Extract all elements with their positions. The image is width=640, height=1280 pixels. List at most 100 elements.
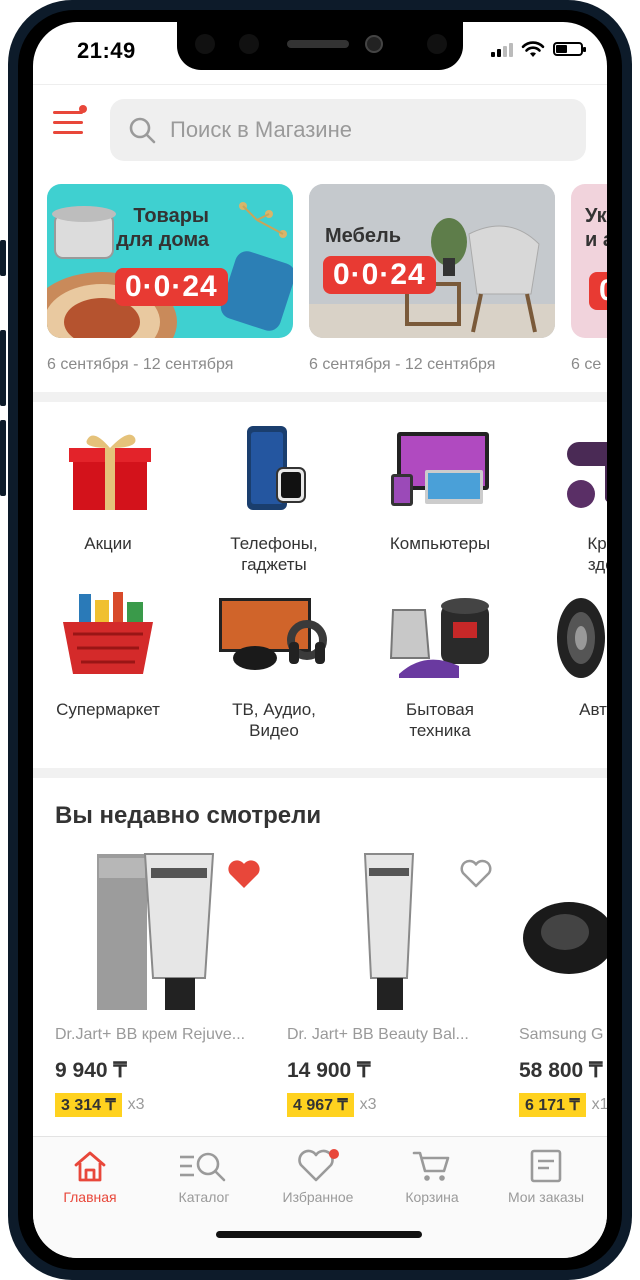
banner-partial[interactable]: Ук и а 0: [571, 184, 607, 338]
category-computers[interactable]: Компьютеры: [365, 422, 515, 554]
search-header: Поиск в Магазине: [33, 84, 607, 165]
banner-date: 6 сентября - 12 сентября: [309, 356, 496, 373]
category-label: Супермаркет: [56, 700, 160, 719]
nav-home[interactable]: Главная: [33, 1149, 147, 1205]
battery-icon: [553, 42, 586, 56]
banner-badge: 0·0·24: [323, 256, 436, 294]
separator: [33, 768, 607, 778]
nav-label: Каталог: [178, 1189, 230, 1205]
signal-icon: [491, 41, 513, 57]
nav-orders[interactable]: Мои заказы: [489, 1149, 603, 1205]
banner-title-line2: для дома: [116, 229, 209, 251]
orders-icon: [530, 1149, 562, 1183]
mute-switch: [0, 240, 6, 276]
bb-cream-image: [363, 853, 415, 1010]
product-card[interactable]: Dr.Jart+ BB крем Rejuve... 9 940 ₸ 3 314…: [55, 848, 275, 1117]
nav-label: Корзина: [405, 1189, 459, 1205]
product-card[interactable]: Dr. Jart+ BB Beauty Bal... 14 900 ₸ 4 96…: [287, 848, 507, 1117]
category-label-line2: Видео: [249, 721, 299, 740]
notch: [177, 22, 463, 70]
gift-icon: [69, 434, 151, 510]
installment-multiplier: x1: [591, 1096, 607, 1113]
nav-catalog[interactable]: Каталог: [147, 1149, 261, 1205]
category-label: Телефоны,: [230, 534, 318, 553]
category-supermarket[interactable]: Супермаркет: [33, 588, 183, 720]
product-installment: 6 171 ₸ x1: [519, 1093, 607, 1117]
category-label: Крас: [587, 534, 607, 553]
app-screen: 21:49 Поиск в Магазине Товары для дома 0…: [33, 22, 607, 1258]
hairdryer-icon: [567, 442, 607, 508]
status-time: 21:49: [77, 38, 136, 63]
nav-cart[interactable]: Корзина: [375, 1149, 489, 1205]
tv-icon: [219, 598, 327, 670]
category-label-line2: здор: [587, 555, 607, 574]
bb-cream-image: [97, 853, 215, 1010]
category-beauty[interactable]: Крас здор: [531, 422, 607, 575]
installment-price: 3 314 ₸: [55, 1093, 122, 1117]
smartphone-icon: [247, 426, 306, 510]
banner-date: 6 сентября - 12 сентября: [47, 356, 234, 373]
catalog-search-icon: [180, 1152, 226, 1182]
product-image: [55, 848, 275, 1018]
product-name: Samsung G: [519, 1026, 604, 1043]
product-image: [519, 848, 607, 1018]
menu-button[interactable]: [53, 105, 87, 141]
category-label: Автото: [579, 700, 607, 719]
product-price: 14 900 ₸: [287, 1059, 371, 1082]
banner-title-line1: Ук: [585, 205, 607, 227]
status-bar: 21:49: [33, 22, 607, 80]
category-tv-audio[interactable]: ТВ, Аудио, Видео: [199, 588, 349, 741]
computer-icon: [391, 432, 489, 506]
cart-icon: [412, 1151, 450, 1181]
heart-filled-icon[interactable]: [227, 858, 261, 890]
search-placeholder: Поиск в Магазине: [170, 117, 352, 142]
banner-title-line1: Мебель: [325, 225, 401, 247]
banner-date: 6 се: [571, 356, 602, 373]
search-icon: [129, 117, 156, 144]
product-card[interactable]: Samsung G 58 800 ₸ 6 171 ₸ x1: [519, 848, 607, 1117]
nav-favorites[interactable]: Избранное: [261, 1149, 375, 1205]
product-installment: 4 967 ₸ x3: [287, 1093, 507, 1117]
volume-up-button: [0, 330, 6, 406]
installment-multiplier: x3: [127, 1096, 145, 1113]
category-label-line2: гаджеты: [241, 555, 307, 574]
banner-furniture[interactable]: Мебель 0·0·24: [309, 184, 555, 338]
installment-multiplier: x3: [359, 1096, 377, 1113]
home-indicator[interactable]: [216, 1231, 422, 1238]
banner-badge: 0: [589, 272, 607, 310]
wifi-icon: [521, 41, 545, 57]
home-icon: [74, 1151, 106, 1182]
recently-viewed-title: Вы недавно смотрели: [55, 802, 322, 829]
installment-price: 6 171 ₸: [519, 1093, 586, 1117]
product-name: Dr.Jart+ BB крем Rejuve...: [55, 1026, 246, 1043]
banner-title-line1: Товары: [133, 205, 209, 227]
nav-label: Мои заказы: [507, 1189, 585, 1205]
separator: [33, 392, 607, 402]
basket-icon: [63, 592, 153, 674]
category-label-line2: техника: [409, 721, 471, 740]
banner-home-goods[interactable]: Товары для дома 0·0·24: [47, 184, 293, 338]
heart-icon: [298, 1149, 339, 1182]
favorites-badge: [329, 1149, 339, 1159]
search-input[interactable]: Поиск в Магазине: [110, 99, 586, 161]
category-phones[interactable]: Телефоны, гаджеты: [199, 422, 349, 575]
product-installment: 3 314 ₸ x3: [55, 1093, 275, 1117]
bottom-navigation: Главная Каталог Избранное Корзина Мои за…: [33, 1136, 607, 1258]
product-name: Dr. Jart+ BB Beauty Bal...: [287, 1026, 469, 1043]
heart-outline-icon[interactable]: [459, 858, 493, 890]
speaker: [287, 40, 349, 48]
menu-notification-dot: [79, 105, 87, 113]
nav-label: Избранное: [282, 1189, 354, 1205]
banner-title-line2: и а: [585, 229, 607, 251]
category-auto[interactable]: Автото: [531, 588, 607, 720]
category-label: ТВ, Аудио,: [232, 700, 316, 719]
earbuds-image: [523, 902, 607, 974]
volume-down-button: [0, 420, 6, 496]
appliances-icon: [389, 598, 489, 678]
front-camera: [365, 35, 383, 53]
category-promotions[interactable]: Акции: [33, 422, 183, 554]
nav-label: Главная: [63, 1189, 117, 1205]
category-appliances[interactable]: Бытовая техника: [365, 588, 515, 741]
category-label: Акции: [84, 534, 132, 553]
installment-price: 4 967 ₸: [287, 1093, 354, 1117]
